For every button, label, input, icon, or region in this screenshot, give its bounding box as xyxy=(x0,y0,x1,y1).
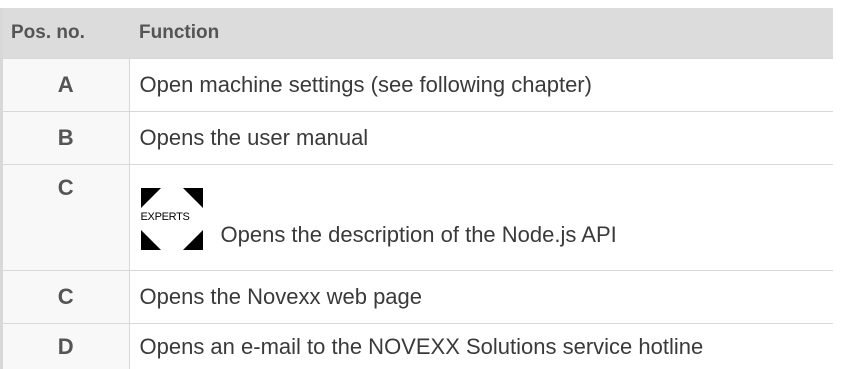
table-row: D Opens an e-mail to the NOVEXX Solution… xyxy=(3,324,833,369)
table-body: A Open machine settings (see following c… xyxy=(3,59,833,369)
logo-corner-bottom-left xyxy=(141,230,161,250)
table-row: C EXPERTS Opens the description of the N… xyxy=(3,165,833,271)
experts-logo-icon: EXPERTS xyxy=(141,188,203,250)
table-row: C Opens the Novexx web page xyxy=(3,271,833,324)
function-text: Opens the description of the Node.js API xyxy=(221,222,617,248)
function-cell: Opens the user manual xyxy=(129,112,833,165)
function-table-container: Pos. no. Function A Open machine setting… xyxy=(0,8,833,369)
experts-logo-text: EXPERTS xyxy=(141,210,190,224)
column-header-function: Function xyxy=(129,8,833,59)
function-cell: Open machine settings (see following cha… xyxy=(129,59,833,112)
pos-cell: C xyxy=(3,271,129,324)
pos-cell: A xyxy=(3,59,129,112)
pos-cell: B xyxy=(3,112,129,165)
logo-corner-top-right xyxy=(183,188,203,208)
logo-corner-top-left xyxy=(141,188,161,208)
table-row: B Opens the user manual xyxy=(3,112,833,165)
function-table: Pos. no. Function A Open machine setting… xyxy=(3,8,833,369)
experts-entry: EXPERTS Opens the description of the Nod… xyxy=(140,186,833,250)
logo-corner-bottom-right xyxy=(183,230,203,250)
table-header-row: Pos. no. Function xyxy=(3,8,833,59)
function-cell: Opens the Novexx web page xyxy=(129,271,833,324)
pos-cell: C xyxy=(3,165,129,271)
column-header-pos-no: Pos. no. xyxy=(3,8,129,59)
function-cell: EXPERTS Opens the description of the Nod… xyxy=(129,165,833,271)
table-row: A Open machine settings (see following c… xyxy=(3,59,833,112)
function-cell: Opens an e-mail to the NOVEXX Solutions … xyxy=(129,324,833,369)
table-header: Pos. no. Function xyxy=(3,8,833,59)
pos-cell: D xyxy=(3,324,129,369)
